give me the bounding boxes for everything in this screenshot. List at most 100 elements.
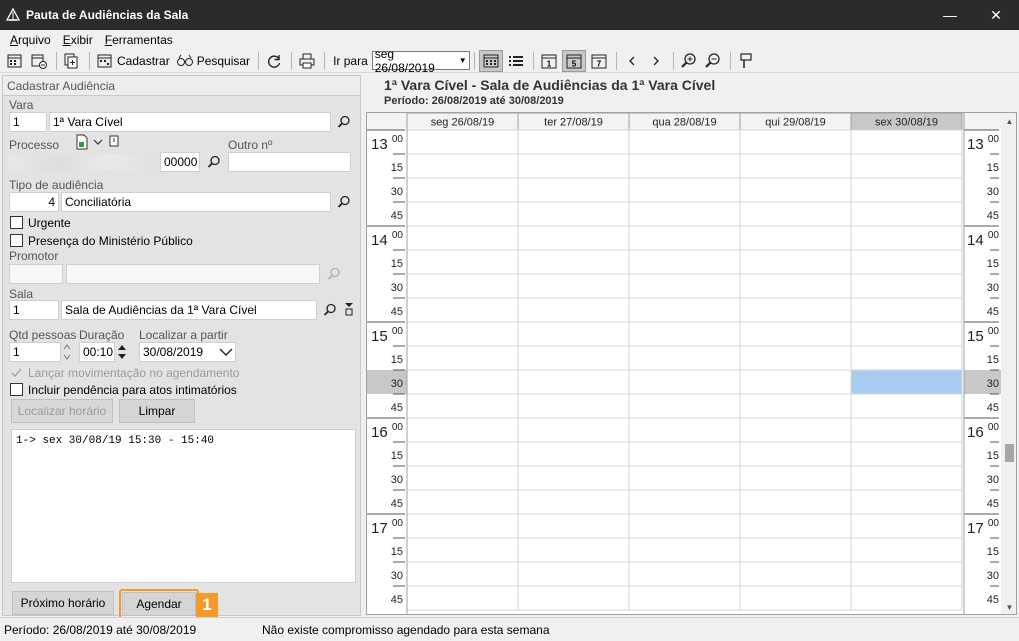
time-slot[interactable] <box>628 129 741 155</box>
list-item[interactable]: 1-> sex 30/08/19 15:30 - 15:40 <box>16 435 351 447</box>
time-slot[interactable] <box>739 201 852 227</box>
next-icon[interactable] <box>645 50 667 72</box>
time-slot[interactable] <box>739 393 852 419</box>
time-slot[interactable] <box>406 537 519 563</box>
calendar-grid[interactable]: seg 26/08/19 ter 27/08/19 qua 28/08/19 qui … <box>367 113 1001 615</box>
time-slot[interactable] <box>850 225 963 251</box>
limpar-button[interactable]: Limpar <box>119 399 195 423</box>
time-slot[interactable] <box>850 369 963 395</box>
time-slot[interactable] <box>739 273 852 299</box>
stepper-icon[interactable] <box>116 342 128 362</box>
stepper-icon[interactable] <box>62 342 72 362</box>
time-slot[interactable] <box>406 369 519 395</box>
time-slot[interactable] <box>406 345 519 371</box>
time-slot[interactable] <box>517 321 630 347</box>
time-slot[interactable] <box>628 489 741 515</box>
list-view-icon[interactable] <box>505 50 527 72</box>
format-painter-icon[interactable] <box>735 50 757 72</box>
time-slot[interactable] <box>406 321 519 347</box>
time-slot[interactable] <box>628 369 741 395</box>
search-icon[interactable] <box>323 303 337 317</box>
time-slot[interactable] <box>739 417 852 443</box>
time-slot[interactable] <box>739 537 852 563</box>
time-slot[interactable] <box>406 201 519 227</box>
time-slot[interactable] <box>850 273 963 299</box>
time-slot[interactable] <box>517 513 630 539</box>
document-icon[interactable] <box>75 134 89 150</box>
time-slot[interactable] <box>517 249 630 275</box>
close-button[interactable]: ✕ <box>973 0 1019 30</box>
time-slot[interactable] <box>850 297 963 323</box>
time-slot[interactable] <box>517 345 630 371</box>
time-slot[interactable] <box>517 465 630 491</box>
minimize-button[interactable]: — <box>927 0 973 30</box>
time-slot[interactable] <box>517 273 630 299</box>
incluir-pendencia-checkbox[interactable] <box>10 383 23 396</box>
zoom-in-icon[interactable] <box>678 50 700 72</box>
sala-name-field[interactable]: Sala de Audiências da 1ª Vara Cível <box>61 300 317 320</box>
tipo-name-field[interactable]: Conciliatória <box>61 192 331 212</box>
time-slot[interactable] <box>628 321 741 347</box>
time-slot[interactable] <box>517 153 630 179</box>
time-slot[interactable] <box>517 441 630 467</box>
outro-numero-field[interactable] <box>228 152 351 172</box>
day-view-icon[interactable]: 1 <box>538 50 560 72</box>
calendar-add-icon[interactable] <box>4 50 26 72</box>
copy-add-icon[interactable] <box>61 50 83 72</box>
chevron-down-icon[interactable]: ▼ <box>457 56 469 65</box>
time-slot[interactable] <box>850 441 963 467</box>
time-slot[interactable] <box>406 465 519 491</box>
time-slot[interactable] <box>628 273 741 299</box>
time-slot[interactable] <box>739 465 852 491</box>
filter-icon[interactable] <box>344 302 354 316</box>
fullweek-view-icon[interactable]: 7 <box>588 50 610 72</box>
time-slot[interactable] <box>850 417 963 443</box>
time-slot[interactable] <box>628 393 741 419</box>
time-slot[interactable] <box>850 393 963 419</box>
time-slot[interactable] <box>406 177 519 203</box>
time-slot[interactable] <box>850 177 963 203</box>
time-slot[interactable] <box>517 225 630 251</box>
menu-ferramentas[interactable]: Ferramentas <box>99 33 179 47</box>
time-slot[interactable] <box>406 153 519 179</box>
time-slot[interactable] <box>850 129 963 155</box>
time-slot[interactable] <box>850 201 963 227</box>
time-slot[interactable] <box>517 369 630 395</box>
week-view-icon[interactable] <box>478 49 503 72</box>
presenca-mp-checkbox[interactable] <box>10 234 23 247</box>
note-icon[interactable] <box>109 135 119 147</box>
time-slot[interactable] <box>739 345 852 371</box>
time-slot[interactable] <box>850 249 963 275</box>
time-slot[interactable] <box>517 489 630 515</box>
time-slot[interactable] <box>517 537 630 563</box>
time-slot[interactable] <box>517 177 630 203</box>
search-icon[interactable] <box>337 115 351 129</box>
time-slot[interactable] <box>628 585 741 611</box>
time-slot[interactable] <box>739 249 852 275</box>
menu-arquivo[interactable]: Arquivo <box>4 33 57 47</box>
time-slot[interactable] <box>628 153 741 179</box>
time-slot[interactable] <box>739 153 852 179</box>
time-slot[interactable] <box>850 513 963 539</box>
menu-exibir[interactable]: Exibir <box>57 33 99 47</box>
pesquisar-button[interactable]: Pesquisar <box>174 50 252 72</box>
processo-suffix-field[interactable]: 00000 <box>160 152 200 172</box>
previous-icon[interactable] <box>621 50 643 72</box>
time-slot[interactable] <box>628 225 741 251</box>
time-slot[interactable] <box>628 441 741 467</box>
time-slot[interactable] <box>406 489 519 515</box>
time-slot[interactable] <box>517 129 630 155</box>
promotor-name-field[interactable] <box>66 264 320 284</box>
time-slot[interactable] <box>406 297 519 323</box>
processo-number-redacted[interactable] <box>9 154 159 171</box>
time-slot[interactable] <box>850 321 963 347</box>
time-slot[interactable] <box>739 369 852 395</box>
scrollbar-thumb[interactable] <box>1005 444 1014 462</box>
time-slot[interactable] <box>739 321 852 347</box>
time-slot[interactable] <box>739 177 852 203</box>
time-slot[interactable] <box>406 129 519 155</box>
goto-date-combo[interactable]: seg 26/08/2019 ▼ <box>371 47 470 75</box>
calendar-remove-icon[interactable] <box>28 50 50 72</box>
time-slot[interactable] <box>850 585 963 611</box>
time-slot[interactable] <box>850 489 963 515</box>
